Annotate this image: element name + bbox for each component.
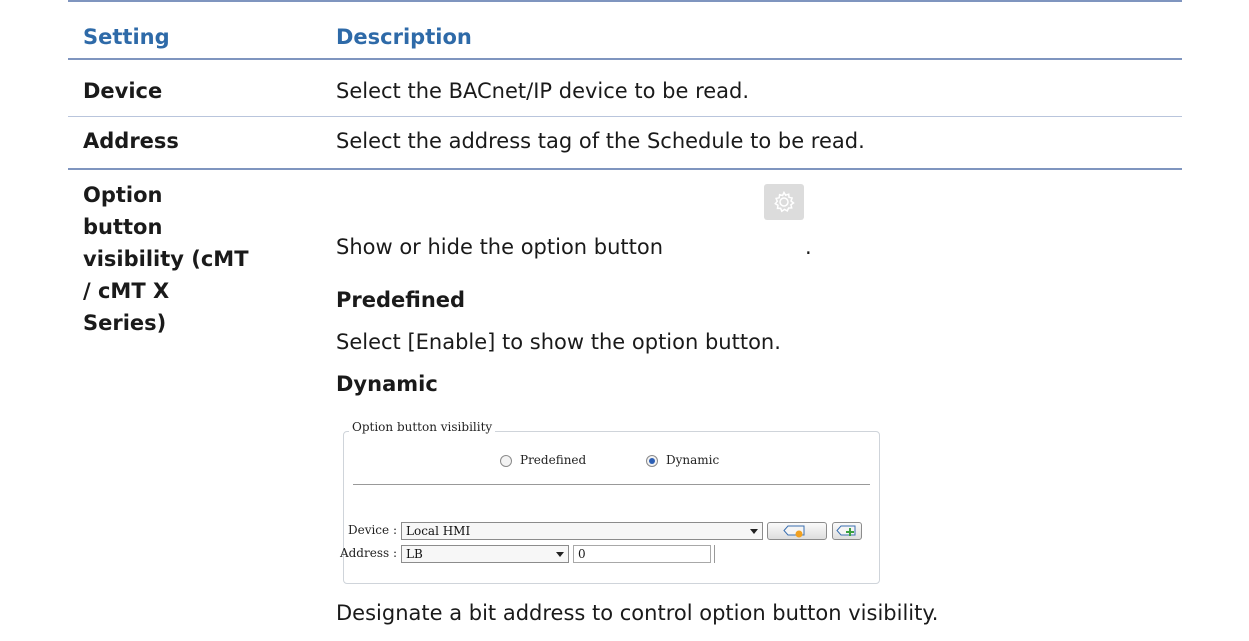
add-tag-icon — [836, 525, 856, 536]
radio-predefined-label: Predefined — [520, 453, 587, 467]
row-option-intro: Show or hide the option button — [336, 235, 664, 259]
row-rule — [68, 168, 1182, 170]
chevron-down-icon — [750, 529, 758, 534]
option-button — [764, 184, 804, 220]
row-option-setting-line5: Series) — [83, 311, 167, 335]
group-title: Option button visibility — [349, 420, 496, 434]
row-option-setting-line1: Option — [83, 183, 163, 207]
header-setting: Setting — [83, 25, 170, 49]
device-label: Device : — [347, 523, 397, 537]
add-device-button[interactable] — [832, 522, 862, 540]
group-separator — [353, 484, 870, 485]
dynamic-text: Designate a bit address to control optio… — [336, 601, 939, 625]
row-device-setting: Device — [83, 79, 163, 103]
text-cursor-marker — [714, 545, 715, 563]
predefined-title: Predefined — [336, 288, 466, 312]
row-option-setting-line4: / cMT X — [83, 279, 170, 303]
predefined-text: Select [Enable] to show the option butto… — [336, 330, 781, 354]
radio-dynamic[interactable] — [646, 455, 658, 467]
chevron-down-icon — [556, 552, 564, 557]
radio-dynamic-label: Dynamic — [666, 453, 720, 467]
row-divider — [68, 116, 1182, 117]
dynamic-title: Dynamic — [336, 372, 438, 396]
header-description: Description — [336, 25, 472, 49]
document-page: Setting Description Device Select the BA… — [0, 0, 1249, 641]
header-rule — [68, 58, 1182, 60]
device-select-value: Local HMI — [406, 524, 471, 538]
row-address-setting: Address — [83, 129, 179, 153]
row-option-intro-period: . — [805, 235, 812, 259]
row-address-description: Select the address tag of the Schedule t… — [336, 129, 865, 153]
device-select[interactable]: Local HMI — [401, 522, 763, 540]
tag-icon — [783, 525, 805, 538]
device-settings-button[interactable] — [767, 522, 827, 540]
address-input[interactable]: 0 — [573, 545, 711, 563]
table-top-rule — [68, 0, 1182, 2]
gear-icon — [774, 190, 795, 213]
address-type-select[interactable]: LB — [401, 545, 569, 563]
row-device-description: Select the BACnet/IP device to be read. — [336, 79, 750, 103]
address-label: Address : — [339, 546, 397, 560]
row-option-setting-line2: button — [83, 215, 163, 239]
address-type-value: LB — [406, 547, 423, 561]
radio-predefined[interactable] — [500, 455, 512, 467]
row-option-setting-line3: visibility (cMT — [83, 247, 249, 271]
